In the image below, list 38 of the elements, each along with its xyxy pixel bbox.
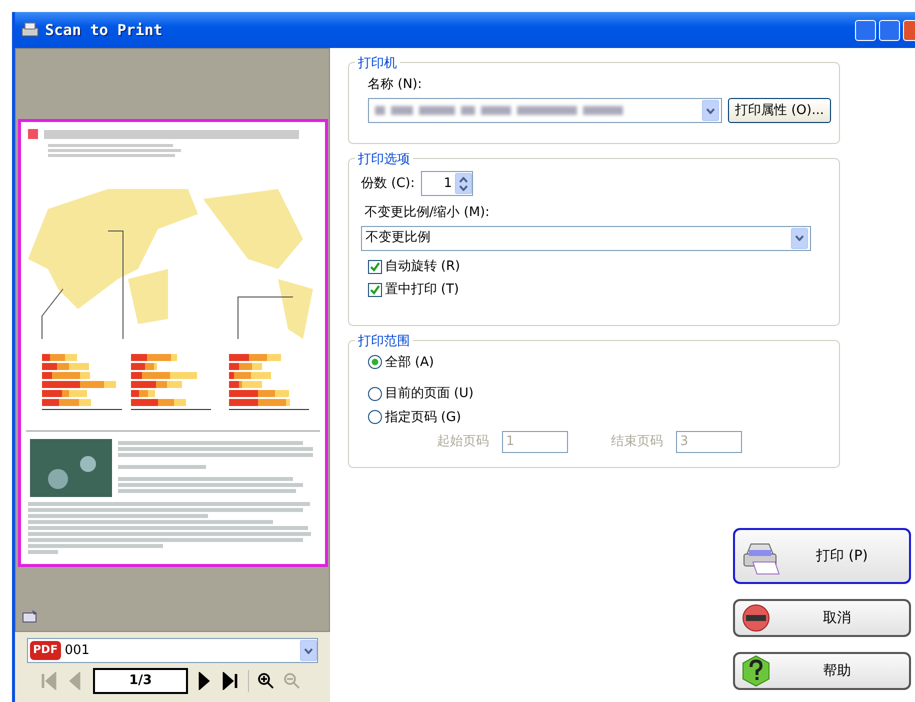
pdf-icon: PDF (30, 641, 61, 660)
radio-label: 全部 (A) (384, 354, 434, 372)
no-entry-icon (741, 603, 771, 633)
start-page-label: 起始页码 (437, 433, 489, 452)
scale-value: 不变更比例 (365, 229, 430, 248)
minimize-button[interactable] (855, 20, 876, 40)
file-select[interactable]: PDF 001 (27, 638, 318, 663)
radio-button[interactable] (368, 355, 382, 370)
printer-select[interactable] (368, 98, 722, 123)
checkbox[interactable] (368, 260, 382, 274)
print-button[interactable]: 打印 (P) (733, 528, 911, 584)
copies-value: 1 (444, 175, 452, 193)
end-page-label: 结束页码 (611, 433, 663, 452)
scale-select[interactable]: 不变更比例 (361, 226, 811, 250)
checkbox[interactable] (368, 282, 382, 296)
copies-spinner[interactable]: 1 (421, 171, 474, 196)
help-button[interactable]: 帮助 (733, 652, 911, 690)
checkbox-label: 自动旋转 (R) (384, 258, 460, 276)
zoom-in-icon[interactable] (257, 672, 275, 690)
maximize-button[interactable] (879, 20, 900, 40)
help-icon (741, 655, 771, 687)
radio-label: 指定页码 (G) (384, 408, 462, 426)
field-label: 份数 (C): (361, 175, 415, 193)
window-title: Scan to Print (45, 20, 162, 41)
scanner-icon (21, 22, 39, 38)
field-label: 名称 (N): (368, 76, 423, 94)
radio-label: 目前的页面 (U) (384, 385, 474, 403)
spinner-arrows-icon (455, 173, 472, 194)
checkbox-label: 置中打印 (T) (384, 280, 459, 299)
printer-properties-button[interactable]: 打印属性 (O)... (728, 98, 831, 124)
file-name: 001 (64, 642, 90, 660)
radio-button[interactable] (368, 386, 382, 401)
radio-button[interactable] (368, 410, 382, 424)
field-label: 不变更比例/缩小 (M): (364, 204, 491, 222)
page-number-field[interactable]: 1/3 (93, 668, 188, 694)
last-page-icon[interactable] (222, 672, 240, 690)
scanner-document-icon (22, 609, 38, 623)
cancel-button[interactable]: 取消 (733, 599, 911, 637)
